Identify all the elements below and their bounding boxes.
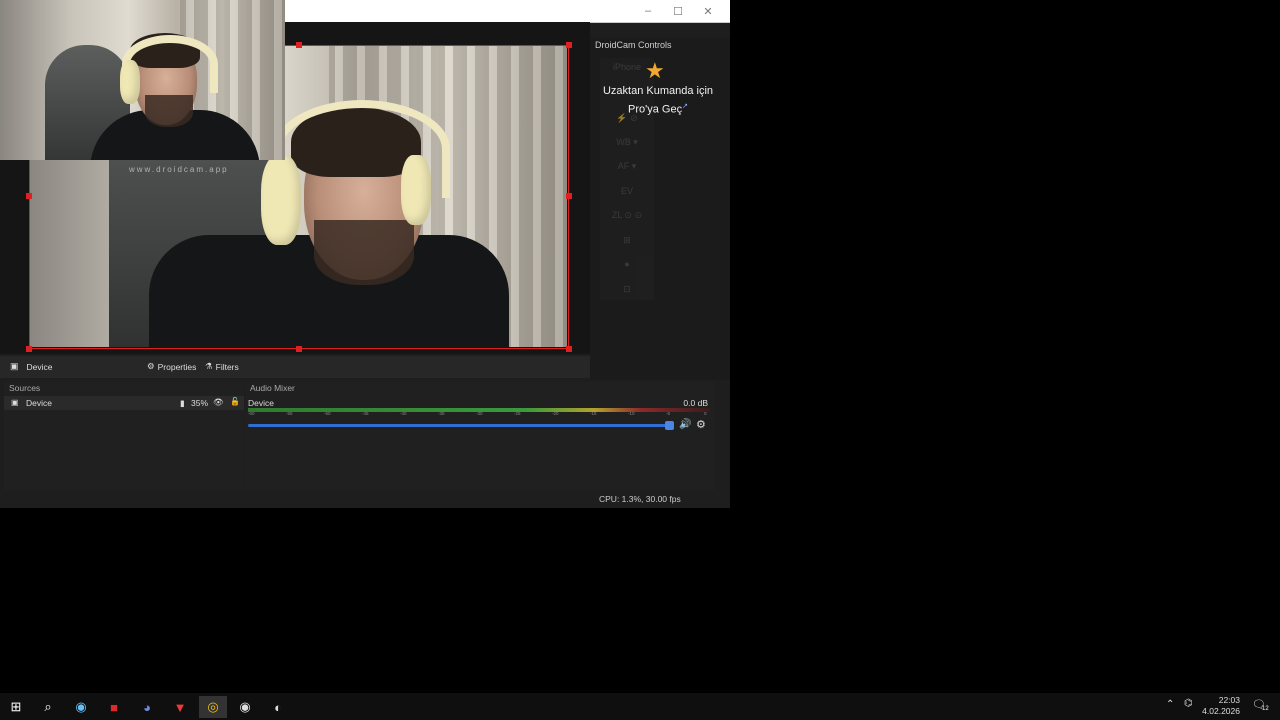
window-titlebar: – ☐ ✕ bbox=[285, 0, 730, 23]
zoom-button[interactable]: ZL ⊙ ⊙ bbox=[600, 210, 654, 221]
chrome-icon[interactable]: ◎ bbox=[199, 696, 227, 718]
sources-title: Sources bbox=[9, 383, 41, 393]
audio-mixer-panel: Audio Mixer Device 0.0 dB bbox=[245, 382, 715, 490]
windows-taskbar: ⊞ ⌕ ◉ ■ ◕ ▼ ◎ ◉ ◐ ⌃ ⌬ 22:03 4.02.2026 🗨 … bbox=[0, 693, 1280, 720]
sources-panel: Sources ▣ Device ▮ 35% 👁 🔓 bbox=[4, 382, 244, 490]
filter-icon: ⚗ bbox=[205, 361, 213, 371]
source-volume: 35% bbox=[191, 398, 209, 408]
filters-button[interactable]: ⚗ Filters bbox=[205, 361, 239, 372]
ev-button[interactable]: EV bbox=[600, 186, 654, 196]
close-button[interactable]: ✕ bbox=[693, 0, 723, 22]
gear-icon[interactable]: ⚙ bbox=[696, 418, 706, 431]
properties-label: Properties bbox=[157, 361, 197, 372]
filters-label: Filters bbox=[215, 361, 239, 372]
eye-icon[interactable]: 👁 bbox=[213, 397, 224, 408]
properties-button[interactable]: ⚙ Properties bbox=[147, 361, 196, 372]
droidcam-icon[interactable]: ◉ bbox=[231, 696, 259, 718]
mixer-db-value: 0.0 dB bbox=[683, 398, 708, 408]
pro-line1: Uzaktan Kumanda için bbox=[602, 85, 714, 97]
volume-fader-handle[interactable] bbox=[665, 421, 674, 430]
meter-ticks: -60 -55 -50 -45 -40 -35 -30 -25 -20 -15 … bbox=[248, 411, 707, 416]
camera-icon: ▣ bbox=[10, 361, 19, 371]
windows-start-icon[interactable]: ⊞ bbox=[2, 696, 30, 718]
search-icon[interactable]: ⌕ bbox=[34, 696, 62, 718]
source-name: Device bbox=[26, 398, 52, 408]
star-icon: ★ bbox=[645, 58, 665, 83]
camera-icon: ▣ bbox=[11, 398, 19, 407]
mic-icon: ▮ bbox=[180, 398, 185, 408]
app-red-icon[interactable]: ■ bbox=[100, 696, 128, 718]
volume-fader-track[interactable] bbox=[248, 424, 670, 427]
minimize-button[interactable]: – bbox=[633, 0, 663, 22]
af-button[interactable]: AF ▾ bbox=[600, 161, 654, 172]
app-vivaldi-icon[interactable]: ▼ bbox=[166, 696, 194, 718]
cpu-fps-readout: CPU: 1.3%, 30.00 fps bbox=[599, 494, 681, 504]
network-icon[interactable]: ⌬ bbox=[1184, 698, 1193, 709]
source-row[interactable]: ▣ Device ▮ 35% 👁 🔓 bbox=[4, 396, 244, 410]
external-link-icon: ↗ bbox=[682, 103, 688, 110]
clock-date: 4.02.2026 bbox=[1202, 706, 1240, 716]
clock-time: 22:03 bbox=[1218, 695, 1240, 705]
source-toolbar: ▣ Device ⚙ Properties ⚗ Filters bbox=[0, 356, 590, 378]
mixer-title: Audio Mixer bbox=[250, 383, 295, 393]
dock-title: DroidCam Controls bbox=[595, 40, 672, 50]
clock[interactable]: 22:03 4.02.2026 bbox=[1202, 695, 1240, 717]
wb-button[interactable]: WB ▾ bbox=[600, 137, 654, 148]
discord-icon[interactable]: ◕ bbox=[133, 696, 161, 718]
upgrade-pro-link[interactable]: Uzaktan Kumanda için Pro'ya Geç↗ bbox=[590, 83, 726, 118]
active-source-name: Device bbox=[26, 361, 53, 372]
gear-icon: ⚙ bbox=[147, 361, 155, 371]
maximize-button[interactable]: ☐ bbox=[663, 0, 693, 22]
notification-count: 12 bbox=[1262, 706, 1269, 712]
status-bar: CPU: 1.3%, 30.00 fps bbox=[0, 492, 730, 506]
mixer-channel-name: Device bbox=[248, 398, 274, 408]
webcam-overlay bbox=[0, 0, 285, 160]
record-button[interactable]: ● bbox=[600, 259, 654, 269]
lock-icon[interactable]: 🔓 bbox=[230, 397, 240, 406]
steam-icon[interactable]: ◉ bbox=[67, 696, 95, 718]
obs-icon[interactable]: ◐ bbox=[264, 696, 292, 718]
pro-line2: Pro'ya Geç bbox=[628, 103, 683, 116]
speaker-icon[interactable]: 🔊 bbox=[679, 419, 691, 430]
screenshot-button[interactable]: ⊡ bbox=[600, 284, 654, 295]
chevron-up-icon[interactable]: ⌃ bbox=[1166, 699, 1174, 710]
grid-button[interactable]: ⊞ bbox=[600, 235, 654, 246]
